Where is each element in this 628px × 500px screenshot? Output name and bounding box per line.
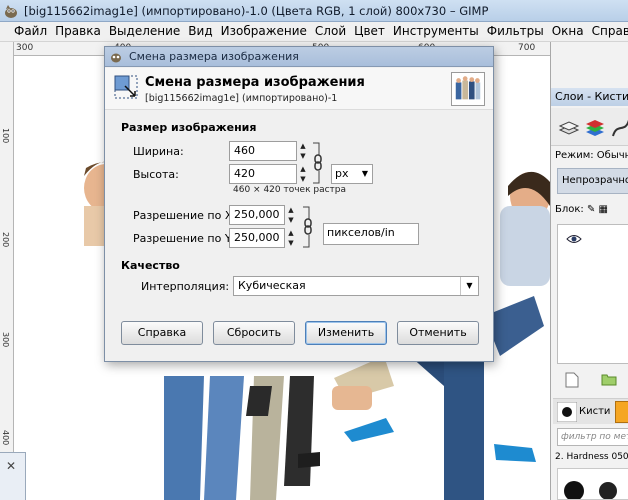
y-resolution-input[interactable]: 250,000 [229,228,285,248]
opacity-slider[interactable]: Непрозрачность [557,168,628,194]
image-size-section-label: Размер изображения [121,121,257,134]
chevron-down-icon: ▼ [460,277,478,295]
menu-edit[interactable]: Правка [51,22,105,41]
menu-tools[interactable]: Инструменты [389,22,483,41]
menu-view[interactable]: Вид [184,22,216,41]
brushes-tab-label: Кисти [579,406,611,417]
dialog-window-title: Смена размера изображения [129,50,299,63]
ruler-label: 300 [16,43,34,53]
ruler-label: 400 [1,430,10,446]
layers-list[interactable] [557,224,628,364]
height-spinner[interactable]: ▲ ▼ [298,164,308,184]
mode-value[interactable]: Обычный [597,150,628,161]
spin-down-icon[interactable]: ▼ [286,215,296,225]
ruler-label: 300 [1,332,10,348]
y-resolution-label: Разрешение по Y: [133,232,234,245]
brush-tab-icon [557,402,577,422]
width-label: Ширина: [133,145,184,158]
resolution-unit-select[interactable]: пикселов/in [323,223,419,245]
height-input[interactable]: 420 [229,164,297,184]
menu-layer[interactable]: Слой [311,22,350,41]
width-input[interactable]: 460 [229,141,297,161]
image-thumbnail [451,72,485,106]
x-resolution-label: Разрешение по X: [133,209,237,222]
dialog-header: Смена размера изображения [big115662imag… [105,68,493,110]
ruler-label: 100 [1,128,10,144]
lock-label: Блок: [555,204,584,215]
menu-windows[interactable]: Окна [548,22,588,41]
chain-link-size-icon[interactable] [311,139,325,187]
chain-link-resolution-icon[interactable] [301,203,315,251]
height-label: Высота: [133,168,179,181]
resolution-unit-value: пикселов/in [327,226,395,239]
quality-section-label: Качество [121,259,180,272]
lock-pixels-icon[interactable]: ✎ [587,204,595,215]
x-resolution-spinner[interactable]: ▲ ▼ [286,205,296,225]
mode-row[interactable]: Режим: Обычный [555,150,628,161]
menu-filters[interactable]: Фильтры [483,22,548,41]
spin-down-icon[interactable]: ▼ [298,151,308,161]
x-resolution-input[interactable]: 250,000 [229,205,285,225]
menu-select[interactable]: Выделение [105,22,184,41]
brush-grid[interactable] [557,468,628,500]
layers-tab-icon[interactable] [557,116,581,140]
new-group-icon[interactable] [601,372,617,386]
help-button[interactable]: Справка [121,321,203,345]
layers-brushes-dock: Слои - Кисти Режим: Обычный Непрозрачнос… [550,42,628,500]
dialog-titlebar[interactable]: Смена размера изображения [105,47,493,67]
ruler-label: 200 [1,232,10,248]
eye-icon[interactable] [566,233,582,245]
chevron-down-icon: ▼ [361,169,368,178]
spin-up-icon[interactable]: ▲ [298,141,308,151]
spin-up-icon[interactable]: ▲ [298,164,308,174]
size-pixels-hint: 460 × 420 точек растра [233,185,347,195]
scale-button[interactable]: Изменить [305,321,387,345]
spin-up-icon[interactable]: ▲ [286,205,296,215]
scale-image-dialog: Смена размера изображения Смена размера … [104,46,494,362]
gimp-logo-icon [5,5,17,18]
dock-title: Слои - Кисти [551,88,628,106]
reset-button[interactable]: Сбросить [213,321,295,345]
cancel-button[interactable]: Отменить [397,321,479,345]
lock-alpha-icon[interactable]: ▦ [599,204,608,215]
brush-thumbnails [564,481,617,500]
selected-brush-name: 2. Hardness 050 (5 [555,452,628,462]
menu-colors[interactable]: Цвет [350,22,389,41]
mode-label: Режим: [555,150,594,161]
secondary-panel: ✕ [0,452,26,500]
brush-filter-input[interactable]: фильтр по метк [557,428,628,446]
paths-tab-icon[interactable] [609,116,628,140]
close-icon[interactable]: ✕ [6,459,16,473]
lock-row: Блок: ✎ ▦ [555,204,608,215]
dock-tab-bar [551,108,628,146]
gimp-dialog-icon [111,53,121,63]
interpolation-label: Интерполяция: [141,280,230,293]
dialog-header-subtitle: [big115662imag1e] (импортировано)-1 [145,93,338,104]
menubar: Файл Правка Выделение Вид Изображение Слой Цве… [0,22,628,42]
vertical-ruler[interactable]: 100 200 300 400 [0,42,14,500]
size-unit-select[interactable]: px ▼ [331,164,373,184]
interpolation-value: Кубическая [238,279,306,292]
menu-file[interactable]: Файл [0,22,51,41]
width-spinner[interactable]: ▲ ▼ [298,141,308,161]
spin-up-icon[interactable]: ▲ [286,228,296,238]
menu-image[interactable]: Изображение [217,22,311,41]
spin-down-icon[interactable]: ▼ [298,174,308,184]
scale-image-icon [114,75,138,99]
window-title: [big115662imag1e] (импортировано)-1.0 (Ц… [24,4,489,18]
y-resolution-spinner[interactable]: ▲ ▼ [286,228,296,248]
spin-down-icon[interactable]: ▼ [286,238,296,248]
menu-help[interactable]: Справка [588,22,628,41]
patterns-tab-icon[interactable] [615,401,628,423]
window-titlebar: [big115662imag1e] (импортировано)-1.0 (Ц… [0,0,628,22]
dialog-header-title: Смена размера изображения [145,75,365,90]
layer-buttons-row [557,370,628,390]
ruler-label: 700 [518,43,536,53]
new-layer-icon[interactable] [565,372,579,388]
interpolation-select[interactable]: Кубическая ▼ [233,276,479,296]
size-unit-value: px [335,167,349,180]
brushes-tab[interactable]: Кисти [553,398,628,424]
channels-tab-icon[interactable] [583,116,607,140]
